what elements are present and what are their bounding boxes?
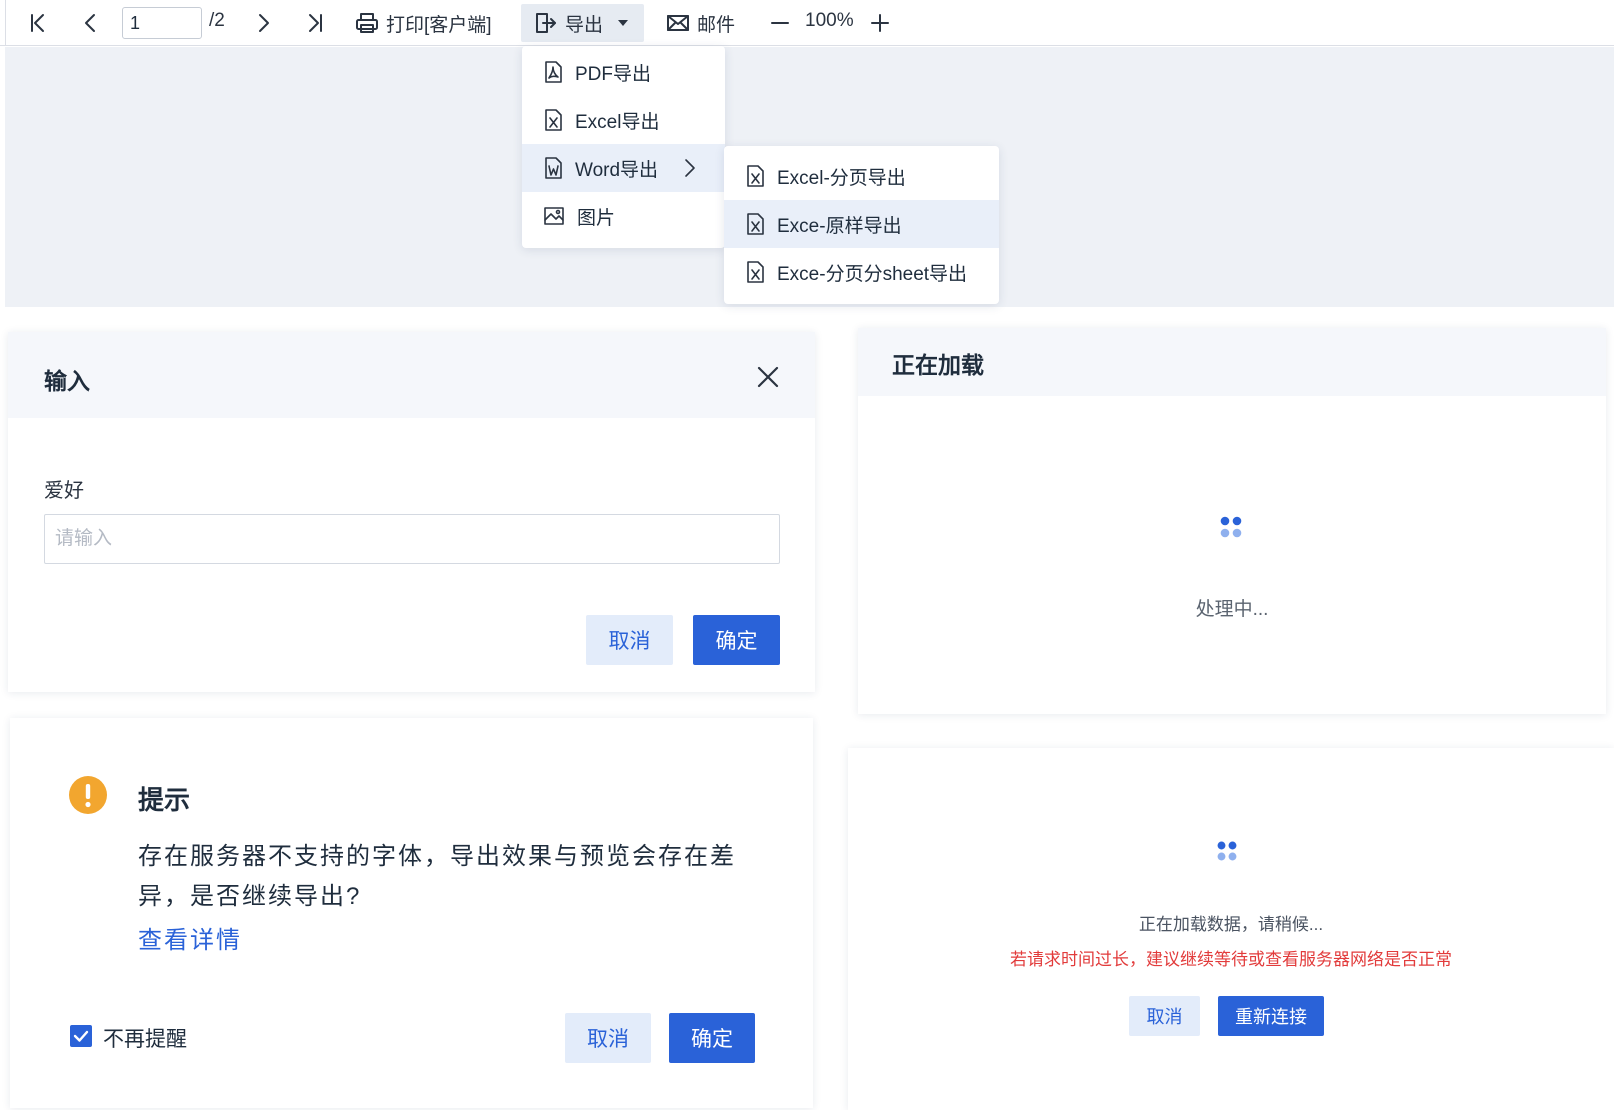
close-button[interactable] bbox=[753, 362, 783, 392]
hobby-input[interactable] bbox=[44, 514, 780, 564]
print-label: 打印[客户端] bbox=[386, 14, 492, 36]
excel-file-icon bbox=[747, 213, 764, 235]
dont-remind-checkbox[interactable] bbox=[70, 1025, 92, 1047]
loading-panel: 正在加载 处理中... bbox=[858, 328, 1606, 714]
confirm-button[interactable]: 确定 bbox=[693, 615, 780, 665]
excel-file-icon bbox=[747, 261, 764, 283]
reconnect-button[interactable]: 重新连接 bbox=[1218, 996, 1324, 1036]
dont-remind-label[interactable]: 不再提醒 bbox=[103, 1023, 187, 1053]
tip-dialog: 提示 存在服务器不支持的字体，导出效果与预览会存在差异，是否继续导出? 查看详情… bbox=[10, 718, 813, 1108]
caret-down-icon bbox=[618, 20, 628, 26]
export-icon bbox=[535, 13, 556, 33]
cancel-button[interactable]: 取消 bbox=[586, 615, 673, 665]
loading-spinner-icon bbox=[1217, 841, 1237, 861]
export-label: 导出 bbox=[564, 14, 603, 36]
chevron-right-icon bbox=[259, 14, 269, 32]
dialog-message: 存在服务器不支持的字体，导出效果与预览会存在差异，是否继续导出? bbox=[138, 843, 736, 910]
submenu-item-label: Exce-分页分sheet导出 bbox=[777, 263, 968, 285]
menu-item-label: Word导出 bbox=[575, 159, 659, 181]
word-file-icon bbox=[545, 157, 562, 179]
mail-icon bbox=[667, 15, 689, 31]
excel-file-icon bbox=[545, 109, 562, 131]
zoom-level: 100% bbox=[805, 10, 854, 31]
reconnect-panel: 正在加载数据，请稍候... 若请求时间过长，建议继续等待或查看服务器网络是否正常… bbox=[848, 748, 1614, 1110]
menu-item-pdf-export[interactable]: PDF导出 bbox=[522, 48, 725, 96]
timeout-warning-text: 若请求时间过长，建议继续等待或查看服务器网络是否正常 bbox=[1010, 950, 1452, 969]
submenu-item-label: Excel-分页导出 bbox=[777, 167, 906, 189]
print-button[interactable]: 打印[客户端] bbox=[355, 8, 492, 38]
mail-label: 邮件 bbox=[697, 14, 736, 36]
panel-title: 正在加载 bbox=[892, 352, 984, 378]
zoom-out-button[interactable] bbox=[768, 8, 792, 38]
first-page-button[interactable] bbox=[26, 8, 52, 38]
next-page-button[interactable] bbox=[250, 8, 276, 38]
menu-item-word-export[interactable]: Word导出 bbox=[522, 144, 725, 192]
excel-file-icon bbox=[747, 165, 764, 187]
printer-icon bbox=[356, 13, 378, 33]
page-number-input[interactable] bbox=[122, 7, 202, 39]
loading-spinner-icon bbox=[1220, 516, 1242, 538]
menu-item-label: PDF导出 bbox=[575, 63, 652, 85]
hobby-field-label: 爱好 bbox=[44, 480, 84, 502]
toolbar-divider bbox=[5, 0, 6, 46]
mail-button[interactable]: 邮件 bbox=[666, 8, 735, 38]
first-page-icon bbox=[31, 14, 44, 32]
submenu-item-excel-paged-sheet[interactable]: Exce-分页分sheet导出 bbox=[724, 248, 999, 296]
last-page-button[interactable] bbox=[301, 8, 327, 38]
chevron-left-icon bbox=[85, 14, 95, 32]
prev-page-button[interactable] bbox=[78, 8, 104, 38]
chevron-right-icon bbox=[685, 159, 695, 177]
dialog-header bbox=[8, 332, 815, 418]
menu-item-image-export[interactable]: 图片 bbox=[522, 192, 725, 240]
export-dropdown-menu: PDF导出 Excel导出 Word导出 图片 bbox=[522, 46, 725, 248]
menu-item-label: 图片 bbox=[577, 207, 616, 229]
close-icon bbox=[757, 366, 779, 388]
submenu-item-label: Exce-原样导出 bbox=[777, 215, 902, 237]
pdf-file-icon bbox=[545, 61, 562, 83]
menu-item-excel-export[interactable]: Excel导出 bbox=[522, 96, 725, 144]
loading-data-text: 正在加载数据，请稍候... bbox=[1138, 915, 1324, 934]
export-button[interactable]: 导出 bbox=[521, 4, 644, 42]
confirm-button[interactable]: 确定 bbox=[669, 1013, 755, 1063]
cancel-button[interactable]: 取消 bbox=[565, 1013, 651, 1063]
input-dialog: 输入 爱好 取消 确定 bbox=[8, 332, 815, 692]
plus-icon bbox=[871, 14, 889, 32]
view-details-link[interactable]: 查看详情 bbox=[138, 920, 242, 955]
cancel-button[interactable]: 取消 bbox=[1129, 996, 1200, 1036]
processing-status: 处理中... bbox=[1195, 599, 1269, 620]
checkmark-icon bbox=[73, 1030, 89, 1042]
minus-icon bbox=[771, 22, 789, 24]
image-icon bbox=[544, 207, 564, 225]
report-toolbar: /2 打印[客户端] 导出 邮件 100% bbox=[0, 0, 1614, 46]
word-export-submenu: Excel-分页导出 Exce-原样导出 Exce-分页分sheet导出 bbox=[724, 146, 999, 304]
warning-icon bbox=[69, 776, 107, 814]
dialog-title: 提示 bbox=[138, 785, 191, 815]
submenu-item-excel-original[interactable]: Exce-原样导出 bbox=[724, 200, 999, 248]
zoom-in-button[interactable] bbox=[868, 8, 892, 38]
last-page-icon bbox=[309, 14, 322, 32]
menu-item-label: Excel导出 bbox=[575, 111, 660, 133]
page-total: /2 bbox=[209, 10, 225, 31]
submenu-item-excel-paged[interactable]: Excel-分页导出 bbox=[724, 152, 999, 200]
dialog-title: 输入 bbox=[44, 368, 90, 394]
